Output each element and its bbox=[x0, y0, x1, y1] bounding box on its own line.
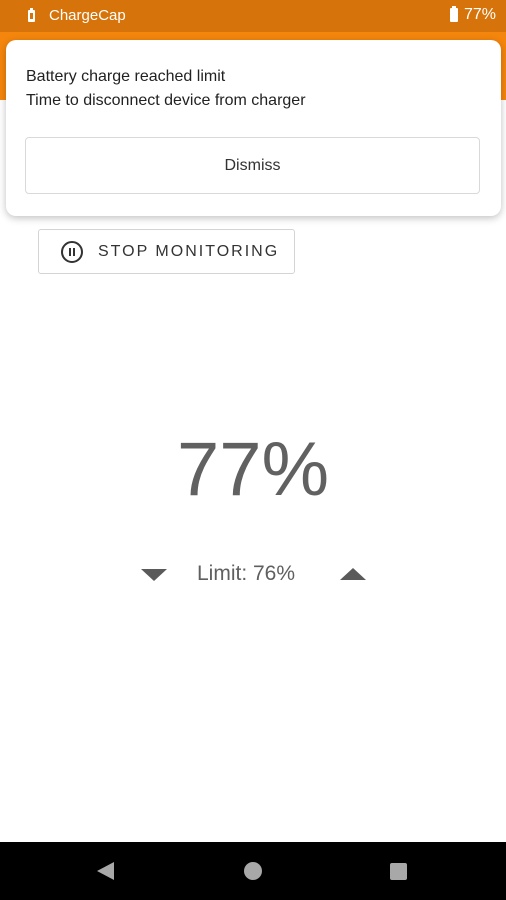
screen: ChargeCap 77% Battery charge reached lim… bbox=[0, 0, 506, 900]
charging-battery-icon bbox=[28, 7, 35, 22]
limit-row: Limit: 76% bbox=[0, 560, 506, 590]
pause-circle-icon bbox=[61, 240, 83, 263]
status-right: 77% bbox=[449, 6, 496, 24]
status-app-name: ChargeCap bbox=[49, 7, 126, 24]
status-left: ChargeCap bbox=[28, 7, 126, 24]
back-icon[interactable] bbox=[97, 862, 114, 880]
stop-monitoring-label: STOP MONITORING bbox=[98, 242, 280, 260]
arrow-up-icon[interactable] bbox=[340, 568, 366, 580]
arrow-down-icon[interactable] bbox=[141, 569, 167, 581]
status-battery-percent: 77% bbox=[463, 6, 496, 23]
limit-label: Limit: 76% bbox=[197, 562, 296, 585]
home-icon[interactable] bbox=[244, 862, 262, 880]
battery-percent-display: 77% bbox=[176, 427, 330, 512]
battery-icon bbox=[449, 6, 458, 22]
notification-card: Battery charge reached limit Time to dis… bbox=[6, 40, 501, 216]
stop-monitoring-button[interactable]: STOP MONITORING bbox=[38, 229, 295, 274]
notification-title: Battery charge reached limit bbox=[26, 68, 226, 85]
status-bar: ChargeCap 77% bbox=[0, 0, 506, 32]
notification-body: Time to disconnect device from charger bbox=[26, 92, 306, 109]
recents-icon[interactable] bbox=[390, 863, 407, 880]
navigation-bar bbox=[0, 842, 506, 900]
dismiss-button[interactable]: Dismiss bbox=[25, 137, 480, 194]
